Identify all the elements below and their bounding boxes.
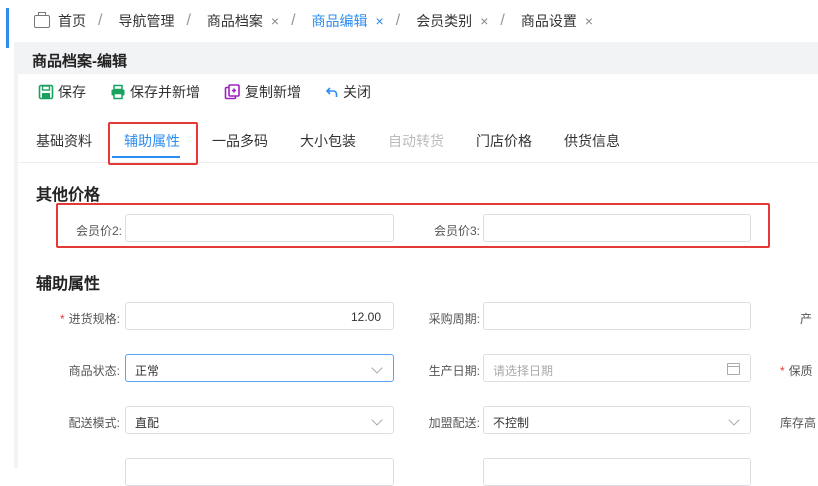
franchise-delivery-select[interactable]: 不控制 [483, 406, 751, 434]
franchise-delivery-value: 不控制 [493, 416, 530, 430]
chevron-down-icon [728, 414, 740, 426]
save-icon [38, 84, 54, 100]
tab-product-archive[interactable]: 商品档案 × [201, 0, 285, 42]
purchase-spec-input[interactable]: 12.00 [125, 302, 394, 330]
stock-high-label: 库存高 [780, 416, 817, 430]
shelf-life-label: * 保质 [780, 362, 818, 379]
delivery-mode-label: 配送模式: [68, 416, 120, 430]
row4-input-left[interactable] [125, 458, 394, 486]
tab-separator: / [395, 12, 401, 29]
purchase-cycle-label: 采购周期: [428, 312, 480, 326]
page-title: 商品档案-编辑 [32, 53, 127, 70]
tab-label: 导航管理 [118, 13, 175, 29]
toolbar: 保存 保存并新增 复制新增 关闭 [38, 82, 395, 102]
purchase-spec-label: * 进货规格: [40, 310, 120, 327]
row4-input-right[interactable] [483, 458, 751, 486]
tab-bar: 首页 / 导航管理 / 商品档案 × / 商品编辑 × / 会员类别 × / 商… [14, 0, 818, 43]
tab-home[interactable]: 首页 [14, 0, 92, 42]
copy-new-button[interactable]: 复制新增 [224, 82, 301, 102]
subtab-multi-code[interactable]: 一品多码 [212, 131, 268, 151]
copy-icon [224, 84, 240, 100]
page-title-bar: 商品档案-编辑 [14, 42, 818, 74]
close-icon[interactable]: × [585, 13, 593, 29]
production-date-picker[interactable]: 请选择日期 [483, 354, 751, 382]
subtab-store-price[interactable]: 门店价格 [476, 131, 532, 151]
close-button[interactable]: 关闭 [325, 82, 371, 102]
production-date-placeholder: 请选择日期 [493, 364, 554, 378]
tab-product-settings[interactable]: 商品设置 × [515, 0, 599, 42]
product-status-label: 商品状态: [68, 364, 120, 378]
page-body [18, 42, 818, 468]
delivery-mode-select[interactable]: 直配 [125, 406, 394, 434]
section-title-aux-attr: 辅助属性 [36, 276, 101, 293]
save-and-new-button[interactable]: 保存并新增 [110, 82, 200, 102]
purchase-spec-value: 12.00 [350, 310, 381, 324]
save-and-new-label: 保存并新增 [130, 84, 200, 100]
tab-separator: / [98, 12, 103, 29]
home-icon [34, 11, 50, 28]
chevron-down-icon [371, 362, 383, 374]
shelf-life-label-text: 保质 [788, 364, 813, 378]
tab-label: 商品档案 [206, 13, 263, 29]
subtab-supply-info[interactable]: 供货信息 [564, 131, 620, 151]
copy-new-label: 复制新增 [245, 84, 301, 100]
tab-product-edit[interactable]: 商品编辑 × [306, 0, 390, 42]
calendar-icon [727, 363, 740, 375]
product-status-value: 正常 [135, 364, 160, 378]
printer-icon [111, 84, 125, 100]
tab-label: 会员类别 [416, 13, 473, 29]
active-indicator [6, 8, 9, 48]
tab-label: 商品设置 [520, 13, 577, 29]
production-date-label: 生产日期: [428, 364, 480, 378]
subtab-packaging[interactable]: 大小包装 [300, 131, 356, 151]
highlight-box-subtab [108, 122, 198, 165]
delivery-mode-value: 直配 [135, 416, 160, 430]
close-icon[interactable]: × [271, 13, 279, 29]
franchise-delivery-label: 加盟配送: [428, 416, 480, 430]
subtab-auto-transfer: 自动转货 [388, 133, 444, 149]
purchase-spec-label-text: 进货规格: [68, 312, 120, 326]
tab-separator: / [500, 12, 505, 29]
chevron-down-icon [371, 414, 383, 426]
tab-nav-manage[interactable]: 导航管理 [112, 0, 180, 42]
back-arrow-icon [325, 87, 338, 97]
tab-label: 商品编辑 [311, 13, 368, 29]
product-status-select[interactable]: 正常 [125, 354, 394, 382]
required-mark: * [780, 364, 785, 378]
save-button[interactable]: 保存 [38, 82, 86, 102]
tab-member-category[interactable]: 会员类别 × [410, 0, 494, 42]
close-label: 关闭 [343, 84, 371, 100]
close-icon[interactable]: × [376, 13, 384, 29]
purchase-cycle-input[interactable] [483, 302, 751, 330]
tab-label: 首页 [58, 13, 86, 29]
close-icon[interactable]: × [480, 13, 488, 29]
highlight-box-member-prices [56, 203, 770, 248]
subtab-basic[interactable]: 基础资料 [36, 131, 92, 151]
required-mark: * [59, 312, 65, 326]
save-label: 保存 [58, 84, 86, 100]
left-edge [0, 0, 9, 468]
origin-label: 产 [800, 312, 813, 326]
tab-separator: / [186, 12, 191, 29]
section-title-other-price: 其他价格 [36, 187, 101, 204]
tab-separator: / [291, 12, 296, 29]
